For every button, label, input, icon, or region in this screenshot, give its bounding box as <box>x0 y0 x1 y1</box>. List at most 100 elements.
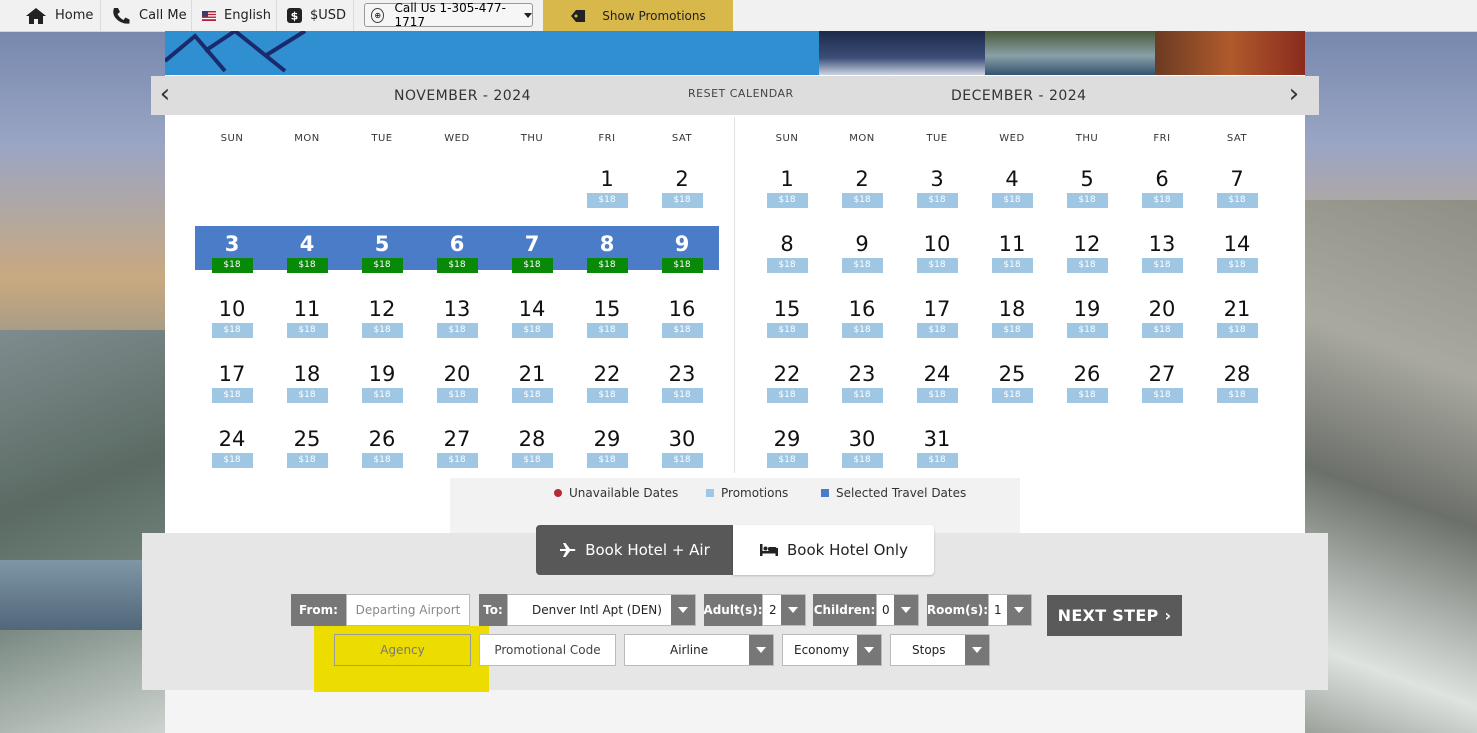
book-hotel-only-tab[interactable]: Book Hotel Only <box>733 525 934 575</box>
calendar-day[interactable]: 4 $18 <box>982 167 1042 208</box>
next-month-arrow-icon[interactable]: › <box>1284 81 1304 107</box>
calendar-day[interactable]: 16 $18 <box>652 297 712 338</box>
calendar-day[interactable]: 19 $18 <box>352 362 412 403</box>
children-dropdown-arrow-icon[interactable] <box>894 595 918 625</box>
calendar-day[interactable]: 22 $18 <box>757 362 817 403</box>
airline-select[interactable]: Airline <box>624 634 774 666</box>
agency-input[interactable]: Agency <box>334 634 471 666</box>
calendar-day[interactable]: 15 $18 <box>757 297 817 338</box>
day-price-badge: $18 <box>766 323 808 338</box>
calendar-day[interactable]: 22 $18 <box>577 362 637 403</box>
calendar-day[interactable]: 23 $18 <box>832 362 892 403</box>
calendar-day[interactable]: 10 $18 <box>907 232 967 273</box>
show-promotions-button[interactable]: Show Promotions <box>543 0 733 31</box>
stops-select[interactable]: Stops <box>890 634 990 666</box>
calendar-day[interactable]: 20 $18 <box>427 362 487 403</box>
calendar-day[interactable]: 17 $18 <box>202 362 262 403</box>
calendar-day[interactable]: 28 $18 <box>1207 362 1267 403</box>
calendar-day[interactable]: 28 $18 <box>502 427 562 468</box>
calendar-day[interactable]: 6 $18 <box>1132 167 1192 208</box>
day-number: 1 <box>780 167 794 191</box>
legend-selected: Selected Travel Dates <box>821 486 966 500</box>
currency-selector[interactable]: $ $USD <box>277 0 354 31</box>
stops-value: Stops <box>912 643 946 657</box>
calendar-day[interactable]: 31 $18 <box>907 427 967 468</box>
weekday-header: MON <box>294 133 320 144</box>
calendar-day[interactable]: 19 $18 <box>1057 297 1117 338</box>
adults-select[interactable]: 2 <box>762 594 806 626</box>
calendar-day[interactable]: 24 $18 <box>907 362 967 403</box>
rooms-select[interactable]: 1 <box>988 594 1032 626</box>
calendar-day[interactable]: 26 $18 <box>352 427 412 468</box>
day-number: 26 <box>1073 362 1101 386</box>
calendar-day[interactable]: 1 $18 <box>757 167 817 208</box>
calendar-day[interactable]: 16 $18 <box>832 297 892 338</box>
calendar-day[interactable]: 15 $18 <box>577 297 637 338</box>
calendar-day[interactable]: 14 $18 <box>502 297 562 338</box>
agency-placeholder: Agency <box>380 643 425 657</box>
calendar-day[interactable]: 4 $18 <box>277 232 337 273</box>
calendar-day[interactable]: 30 $18 <box>832 427 892 468</box>
calendar-day[interactable]: 2 $18 <box>652 167 712 208</box>
airline-dropdown-arrow-icon[interactable] <box>749 635 773 665</box>
book-hotel-air-tab[interactable]: Book Hotel + Air <box>536 525 733 575</box>
calendar-day[interactable]: 6 $18 <box>427 232 487 273</box>
prev-month-arrow-icon[interactable]: ‹ <box>155 81 175 107</box>
promotional-code-input[interactable]: Promotional Code <box>479 634 616 666</box>
calendar-day[interactable]: 25 $18 <box>982 362 1042 403</box>
calendar-day[interactable]: 30 $18 <box>652 427 712 468</box>
day-number: 23 <box>668 362 696 386</box>
reset-calendar-button[interactable]: RESET CALENDAR <box>688 87 794 100</box>
calendar-day[interactable]: 26 $18 <box>1057 362 1117 403</box>
calendar-day[interactable]: 27 $18 <box>1132 362 1192 403</box>
calendar-day[interactable]: 13 $18 <box>1132 232 1192 273</box>
calendar-day[interactable]: 12 $18 <box>1057 232 1117 273</box>
calendar-day[interactable]: 5 $18 <box>1057 167 1117 208</box>
stops-dropdown-arrow-icon[interactable] <box>965 635 989 665</box>
calendar-day[interactable]: 9 $18 <box>652 232 712 273</box>
calendar-day[interactable]: 10 $18 <box>202 297 262 338</box>
calendar-day[interactable]: 3 $18 <box>202 232 262 273</box>
calendar-day[interactable]: 9 $18 <box>832 232 892 273</box>
calendar-day[interactable]: 3 $18 <box>907 167 967 208</box>
call-me-link[interactable]: Call Me <box>101 0 192 31</box>
calendar-day[interactable]: 23 $18 <box>652 362 712 403</box>
calendar-day[interactable]: 5 $18 <box>352 232 412 273</box>
calendar-day[interactable]: 14 $18 <box>1207 232 1267 273</box>
calendar-day[interactable]: 8 $18 <box>577 232 637 273</box>
calendar-day[interactable]: 27 $18 <box>427 427 487 468</box>
children-select[interactable]: 0 <box>876 594 919 626</box>
calendar-day[interactable]: 1 $18 <box>577 167 637 208</box>
calendar-day[interactable]: 17 $18 <box>907 297 967 338</box>
next-step-button[interactable]: NEXT STEP › <box>1047 595 1182 636</box>
day-number: 7 <box>1230 167 1244 191</box>
home-link[interactable]: Home <box>15 0 101 31</box>
calendar-day[interactable]: 24 $18 <box>202 427 262 468</box>
calendar-day[interactable]: 20 $18 <box>1132 297 1192 338</box>
calendar-day[interactable]: 13 $18 <box>427 297 487 338</box>
adults-dropdown-arrow-icon[interactable] <box>781 595 805 625</box>
calendar-day[interactable]: 18 $18 <box>277 362 337 403</box>
language-selector[interactable]: English <box>192 0 277 31</box>
calendar-day[interactable]: 21 $18 <box>502 362 562 403</box>
rooms-dropdown-arrow-icon[interactable] <box>1007 595 1031 625</box>
calendar-day[interactable]: 12 $18 <box>352 297 412 338</box>
cabin-dropdown-arrow-icon[interactable] <box>857 635 881 665</box>
cabin-select[interactable]: Economy <box>782 634 882 666</box>
destination-dropdown-arrow-icon[interactable] <box>671 595 695 625</box>
calendar-day[interactable]: 7 $18 <box>502 232 562 273</box>
calendar-day[interactable]: 8 $18 <box>757 232 817 273</box>
calendar-day[interactable]: 11 $18 <box>982 232 1042 273</box>
calendar-day[interactable]: 21 $18 <box>1207 297 1267 338</box>
destination-select[interactable]: Denver Intl Apt (DEN) <box>507 594 696 626</box>
calendar-day[interactable]: 25 $18 <box>277 427 337 468</box>
call-us-dropdown[interactable]: ⊕ Call Us 1-305-477-1717 <box>364 1 533 29</box>
departing-airport-input[interactable]: Departing Airport <box>346 594 470 626</box>
calendar-day[interactable]: 11 $18 <box>277 297 337 338</box>
calendar-day[interactable]: 29 $18 <box>577 427 637 468</box>
calendar-day[interactable]: 7 $18 <box>1207 167 1267 208</box>
calendar-day[interactable]: 2 $18 <box>832 167 892 208</box>
calendar-day[interactable]: 18 $18 <box>982 297 1042 338</box>
day-number: 9 <box>855 232 869 256</box>
calendar-day[interactable]: 29 $18 <box>757 427 817 468</box>
